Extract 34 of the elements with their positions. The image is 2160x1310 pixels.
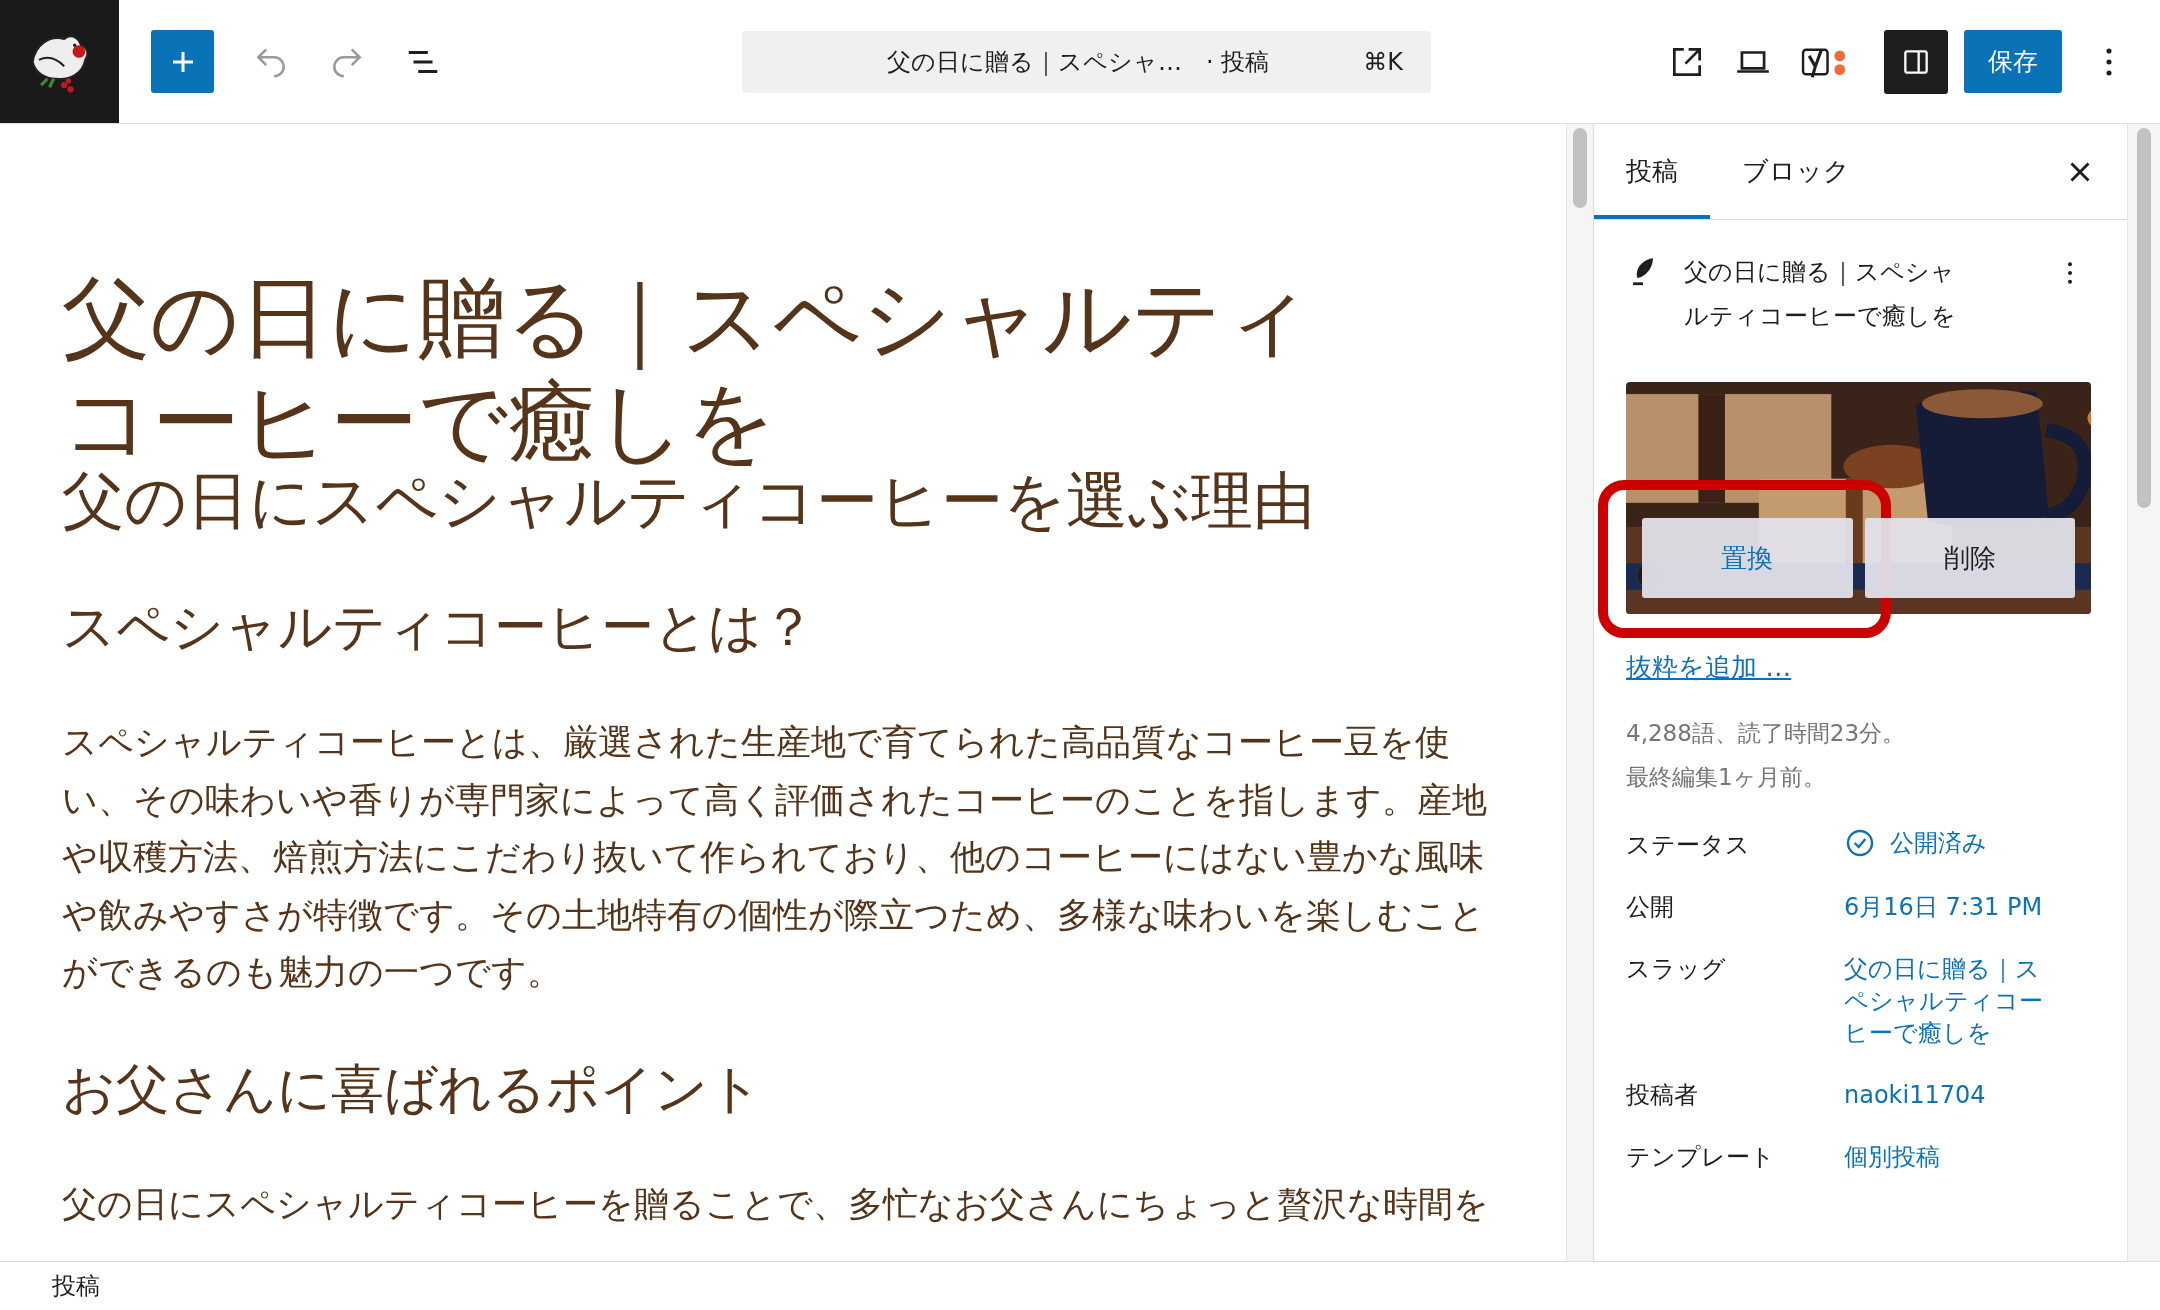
sidebar-tab[interactable]: ブロック — [1710, 124, 1882, 219]
post-summary-title: 父の日に贈る｜スペシャルティコーヒーで癒しを — [1684, 257, 1957, 332]
heading[interactable]: スペシャルティコーヒーとは？ — [62, 592, 1522, 662]
shortcut-hint: ⌘K — [1363, 47, 1403, 76]
post-stat: 4,288語、読了時間23分。 — [1626, 719, 1907, 748]
field-label: 公開 — [1626, 892, 1675, 923]
scrollbar-thumb[interactable] — [2137, 128, 2151, 508]
field-label: テンプレート — [1626, 1142, 1776, 1173]
document-title: 父の日に贈る｜スペシャ… — [887, 46, 1182, 78]
scrollbar-thumb[interactable] — [1573, 128, 1587, 208]
site-logo[interactable] — [0, 0, 119, 123]
settings-panel-toggle[interactable] — [1884, 29, 1948, 94]
check-circle-icon — [1844, 827, 1876, 859]
add-block-button[interactable] — [151, 30, 214, 93]
post-stat: 最終編集1ヶ月前。 — [1626, 763, 1827, 792]
paragraph[interactable]: スペシャルティコーヒーとは、厳選された生産地で育てられた高品質なコーヒー豆を使い、その味わいや香りが専門家によって高く評価されたコーヒーのことを指します。産地や収穫方法、焙煎方法にこだわり抜いて作られており、他のコーヒーにはない豊かな風味や飲みやすさが特徴です。その土地特有の個性が際立つため、多様な味わいを楽しむことができるのも魅力の一つです。 — [62, 714, 1507, 1002]
sidebar-tab[interactable]: 投稿 — [1594, 124, 1710, 219]
heading[interactable]: お父さんに喜ばれるポイント — [62, 1053, 1522, 1124]
image-action-button[interactable]: 置換 — [1642, 518, 1853, 598]
command-bar[interactable]: 父の日に贈る｜スペシャ… · 投稿 ⌘K — [742, 30, 1431, 93]
field-value-link[interactable]: naoki11704 — [1844, 1079, 2064, 1111]
field-label: 投稿者 — [1626, 1080, 1699, 1111]
field-value-link[interactable]: 6月16日 7:31 PM — [1844, 891, 2064, 923]
status-button[interactable]: 公開済み — [1844, 827, 1987, 859]
field-label: スラッグ — [1626, 954, 1727, 985]
field-value-link[interactable]: 個別投稿 — [1844, 1141, 2064, 1173]
paragraph[interactable]: 父の日にスペシャルティコーヒーを贈ることで、多忙なお父さんにちょっと贅沢な時間を — [62, 1175, 1507, 1233]
breadcrumb[interactable]: 投稿 — [52, 1270, 100, 1302]
field-value-link[interactable]: 父の日に贈る｜スペシャルティコーヒーで癒しを — [1844, 953, 2064, 1049]
image-action-button[interactable]: 削除 — [1864, 518, 2075, 598]
document-type: · 投稿 — [1206, 46, 1270, 78]
add-excerpt-link[interactable]: 抜粋を追加 … — [1626, 650, 1792, 685]
field-label: ステータス — [1626, 830, 1751, 861]
save-button[interactable]: 保存 — [1964, 30, 2062, 93]
